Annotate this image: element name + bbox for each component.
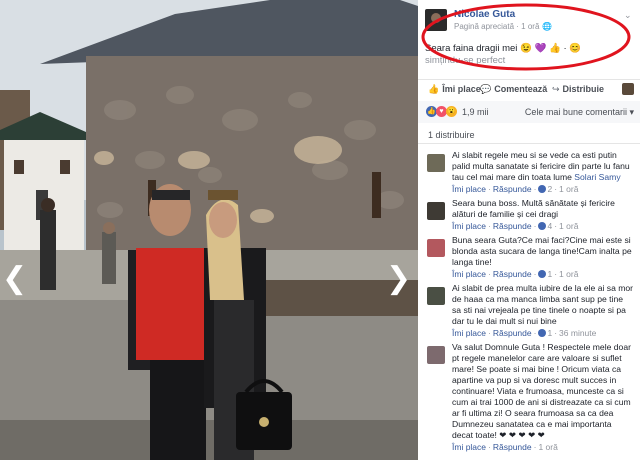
- comment-item: Seara buna boss. Multă sănătate și feric…: [418, 198, 640, 231]
- post-meta-text: Pagină apreciată · 1 oră: [454, 22, 540, 31]
- viewer-avatar[interactable]: [622, 83, 634, 95]
- comment-reply-link[interactable]: Răspunde: [493, 269, 532, 279]
- feeling-value: perfect: [476, 55, 506, 66]
- comment-button[interactable]: 💬 Comentează: [480, 84, 547, 95]
- post-text-main: Seara faina dragii mei: [425, 43, 518, 54]
- comment-like-link[interactable]: Îmi place: [452, 442, 486, 452]
- comment-body: Ai slabit de prea multa iubire de la ele…: [452, 283, 634, 326]
- comment-reply-link[interactable]: Răspunde: [493, 221, 532, 231]
- chevron-left-icon: ❮: [2, 261, 28, 296]
- like-label: Îmi place: [442, 84, 481, 94]
- share-icon: ↪: [552, 84, 560, 94]
- commenter-avatar[interactable]: [427, 239, 445, 257]
- comment-reply-link[interactable]: Răspunde: [493, 442, 532, 452]
- options-chevron-down-icon[interactable]: ⌄: [624, 10, 632, 20]
- comment-body: Seara buna boss. Multă sănătate și feric…: [452, 198, 615, 219]
- comment-body: Buna seara Guta?Ce mai faci?Cine mai est…: [452, 235, 632, 267]
- comment-text: Seara buna boss. Multă sănătate și feric…: [452, 198, 634, 220]
- comment-time[interactable]: 1 oră: [538, 442, 557, 452]
- post-sidebar: Nicolae Guta Pagină apreciată · 1 oră 🌐 ⌄…: [418, 0, 640, 460]
- commenter-avatar[interactable]: [427, 346, 445, 364]
- share-label: Distribuie: [562, 84, 605, 94]
- post-header: Nicolae Guta Pagină apreciată · 1 oră 🌐 ⌄…: [418, 0, 640, 74]
- comment-like-count[interactable]: 1: [547, 269, 552, 279]
- emoji-sequence: 😉 💜 👍 ·: [520, 43, 567, 54]
- commenter-avatar[interactable]: [427, 287, 445, 305]
- commenter-avatar[interactable]: [427, 202, 445, 220]
- comment-item: Ai slabit regele meu si se vede ca esti …: [418, 150, 640, 194]
- comment-actions: Îmi place · Răspunde · 1 · 1 oră: [452, 269, 579, 279]
- like-icon: [538, 222, 547, 230]
- next-photo-button[interactable]: ❯: [386, 261, 412, 296]
- like-button[interactable]: 👍 Îmi place: [428, 84, 481, 95]
- comment-sort-dropdown[interactable]: Cele mai bune comentarii ▾: [525, 107, 634, 118]
- feeling-label: simțindu-se: [425, 55, 474, 66]
- author-avatar[interactable]: [425, 9, 447, 31]
- comment-time[interactable]: 1 oră: [559, 269, 578, 279]
- comment-time[interactable]: 1 oră: [559, 221, 578, 231]
- comment-actions: Îmi place · Răspunde · 1 · 36 minute: [452, 328, 597, 338]
- reactions-count[interactable]: 1,9 mii: [462, 107, 489, 117]
- comment-like-count[interactable]: 4: [547, 221, 552, 231]
- author-name[interactable]: Nicolae Guta: [454, 9, 515, 20]
- comment-text: Va salut Domnule Guta ! Respectele mele …: [452, 342, 634, 441]
- tagged-user[interactable]: Solari Samy: [574, 172, 620, 182]
- comment-text: Buna seara Guta?Ce mai faci?Cine mai est…: [452, 235, 634, 268]
- commenter-avatar[interactable]: [427, 154, 445, 172]
- post-text: Seara faina dragii mei 😉 💜 👍 · 😊 simțind…: [425, 43, 615, 67]
- comment-like-link[interactable]: Îmi place: [452, 221, 486, 231]
- comment-text: Ai slabit regele meu si se vede ca esti …: [452, 150, 634, 183]
- comment-label: Comentează: [494, 84, 548, 94]
- post-photo[interactable]: ❮ ❯: [0, 0, 418, 460]
- comment-like-count[interactable]: 2: [547, 184, 552, 194]
- comment-actions: Îmi place · Răspunde · 2 · 1 oră: [452, 184, 579, 194]
- comment-reply-link[interactable]: Răspunde: [493, 328, 532, 338]
- like-icon: [538, 329, 547, 337]
- wow-reaction-icon[interactable]: 😮: [446, 106, 457, 117]
- comment-like-link[interactable]: Îmi place: [452, 269, 486, 279]
- divider: [418, 143, 640, 144]
- feeling-icon: 😊: [569, 43, 582, 54]
- comment-reply-link[interactable]: Răspunde: [493, 184, 532, 194]
- reactions-row: 👍 ♥ 😮 1,9 mii Cele mai bune comentarii ▾: [418, 101, 640, 123]
- comment-text: Ai slabit de prea multa iubire de la ele…: [452, 283, 634, 327]
- comment-actions: Îmi place · Răspunde · 1 oră: [452, 442, 558, 452]
- post-actions: 👍 Îmi place 💬 Comentează ↪ Distribuie: [418, 79, 640, 100]
- comment-like-count[interactable]: 1: [547, 328, 552, 338]
- chevron-right-icon: ❯: [386, 261, 412, 296]
- previous-photo-button[interactable]: ❮: [2, 261, 28, 296]
- like-icon: [538, 270, 547, 278]
- comment-body: Va salut Domnule Guta ! Respectele mele …: [452, 342, 631, 440]
- share-button[interactable]: ↪ Distribuie: [552, 84, 604, 95]
- comment-item: Ai slabit de prea multa iubire de la ele…: [418, 283, 640, 338]
- comment-like-link[interactable]: Îmi place: [452, 184, 486, 194]
- like-icon: 👍: [428, 84, 440, 94]
- like-icon: [538, 185, 547, 193]
- comment-item: Va salut Domnule Guta ! Respectele mele …: [418, 342, 640, 452]
- comment-time[interactable]: 36 minute: [559, 328, 596, 338]
- comment-list: Ai slabit regele meu si se vede ca esti …: [418, 146, 640, 452]
- photo-scene: [0, 0, 418, 460]
- comment-like-link[interactable]: Îmi place: [452, 328, 486, 338]
- comment-time[interactable]: 1 oră: [559, 184, 578, 194]
- shares-count[interactable]: 1 distribuire: [428, 130, 475, 140]
- post-meta: Pagină apreciată · 1 oră 🌐: [454, 22, 552, 31]
- comment-icon: 💬: [480, 84, 492, 94]
- globe-icon: 🌐: [542, 22, 553, 31]
- comment-actions: Îmi place · Răspunde · 4 · 1 oră: [452, 221, 579, 231]
- comment-item: Buna seara Guta?Ce mai faci?Cine mai est…: [418, 235, 640, 279]
